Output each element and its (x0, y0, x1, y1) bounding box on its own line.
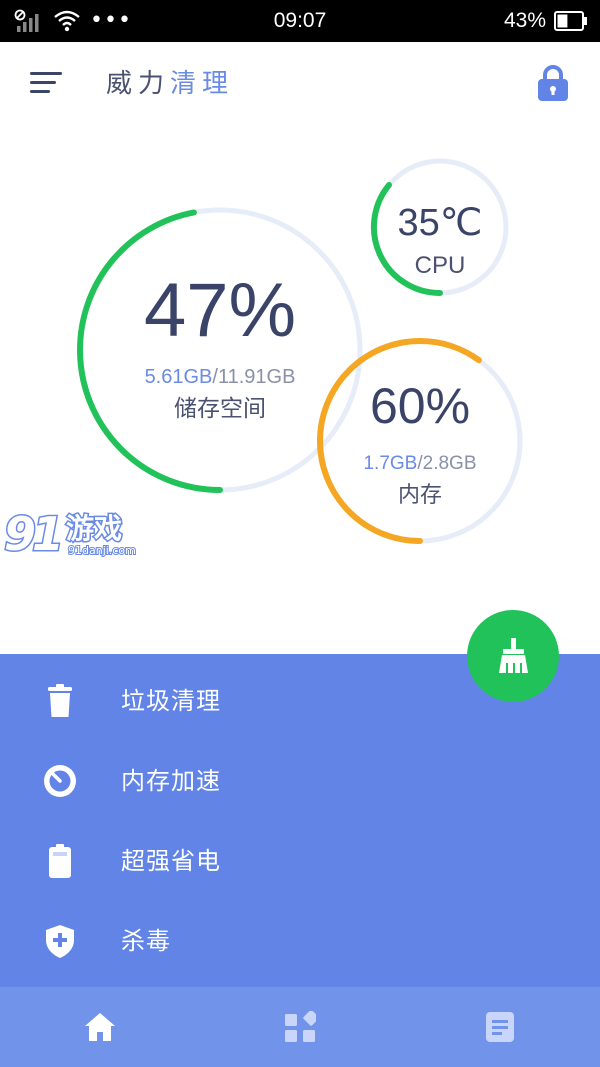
apps-icon (285, 1011, 316, 1042)
storage-label: 储存空间 (174, 396, 266, 422)
shield-plus-icon (46, 925, 74, 958)
watermark-site: 91danji.com (68, 544, 136, 557)
nav-documents[interactable] (400, 987, 600, 1067)
lock-icon[interactable] (536, 64, 570, 102)
storage-size: 5.61GB/11.91GB (80, 364, 360, 390)
storage-used: 5.61GB (144, 366, 213, 388)
svg-text:1: 1 (32, 507, 64, 561)
document-icon (486, 1012, 514, 1042)
watermark-logo: 9 1 游戏 91danji.com (3, 506, 137, 563)
cpu-label: CPU (414, 252, 466, 279)
app-bar: 威力清理 (0, 42, 600, 124)
app-title: 威力清理 (106, 64, 234, 104)
memory-size: 1.7GB/2.8GB (320, 452, 520, 476)
app-title-part2: 清理 (170, 69, 235, 99)
gauges-area: 47% 5.61GB/11.91GB 储存空间 35℃ CPU 60% 1.7G… (0, 124, 600, 654)
cpu-temperature: 35℃ (397, 202, 483, 244)
memory-percent: 60% (369, 378, 471, 434)
watermark-brand: 游戏 (66, 512, 122, 545)
memory-used: 1.7GB (363, 453, 418, 474)
battery-icon (49, 844, 71, 878)
feature-panel: 垃圾清理 内存加速 超强省电 杀毒 (0, 654, 600, 987)
app-title-part1: 威力 (106, 69, 171, 99)
memory-total: 2.8GB (422, 453, 477, 474)
bottom-nav (0, 987, 600, 1067)
menu-label-power-saving: 超强省电 (121, 847, 221, 875)
speedometer-icon (44, 765, 76, 797)
trash-icon (48, 684, 72, 717)
hamburger-menu-icon[interactable] (30, 70, 62, 96)
storage-percent: 47% (143, 268, 297, 353)
clean-fab-button[interactable] (467, 610, 559, 702)
menu-label-junk-clean: 垃圾清理 (121, 687, 221, 715)
home-icon (85, 1013, 115, 1041)
status-bar: ••• 09:07 43% (0, 0, 600, 42)
nav-home[interactable] (0, 987, 200, 1067)
menu-label-memory-boost: 内存加速 (121, 767, 221, 795)
memory-label: 内存 (397, 483, 442, 508)
battery-icon (554, 11, 587, 31)
menu-item-power-saving[interactable]: 超强省电 (0, 821, 600, 901)
battery-percent: 43% (503, 9, 546, 32)
menu-label-antivirus: 杀毒 (121, 927, 171, 955)
storage-total: 11.91GB (217, 366, 296, 388)
menu-item-memory-boost[interactable]: 内存加速 (0, 741, 600, 821)
menu-item-antivirus[interactable]: 杀毒 (0, 901, 600, 981)
nav-apps[interactable] (200, 987, 400, 1067)
broom-icon (499, 638, 528, 673)
